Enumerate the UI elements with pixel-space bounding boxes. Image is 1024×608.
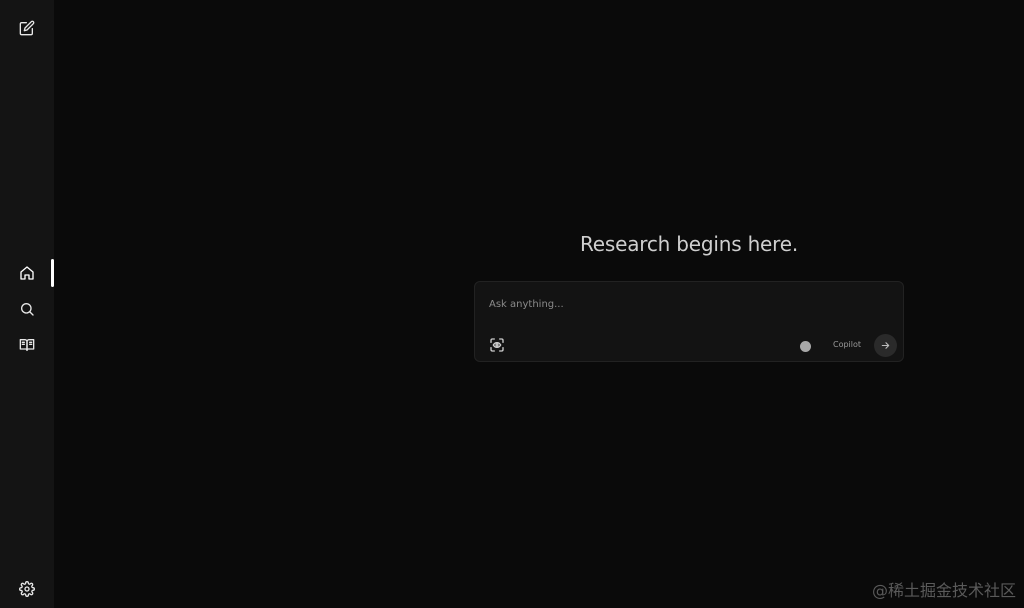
toggle-knob (799, 340, 811, 352)
ask-box: Copilot (474, 281, 904, 362)
submit-button[interactable] (874, 334, 897, 357)
app-window: Research begins here. Copilot @稀土掘金技术 (0, 0, 1024, 608)
focus-scan-icon (490, 338, 504, 352)
book-icon (19, 339, 35, 351)
home-icon (20, 266, 34, 280)
copilot-label: Copilot (833, 340, 862, 349)
copilot-toggle[interactable] (798, 339, 812, 353)
focus-button[interactable] (488, 336, 506, 354)
search-icon (21, 303, 34, 316)
new-thread-button[interactable] (15, 16, 39, 40)
discover-button[interactable] (15, 297, 39, 321)
home-button[interactable] (15, 261, 39, 285)
gear-icon (19, 581, 35, 597)
main-content: Research begins here. Copilot @稀土掘金技术 (54, 0, 1024, 608)
ask-input[interactable] (487, 294, 891, 314)
arrow-right-icon (881, 342, 890, 349)
watermark: @稀土掘金技术社区 (871, 581, 1016, 600)
library-button[interactable] (15, 333, 39, 357)
settings-button[interactable] (15, 577, 39, 601)
edit-icon (19, 20, 35, 36)
page-title: Research begins here. (579, 232, 799, 256)
sidebar (0, 0, 54, 608)
